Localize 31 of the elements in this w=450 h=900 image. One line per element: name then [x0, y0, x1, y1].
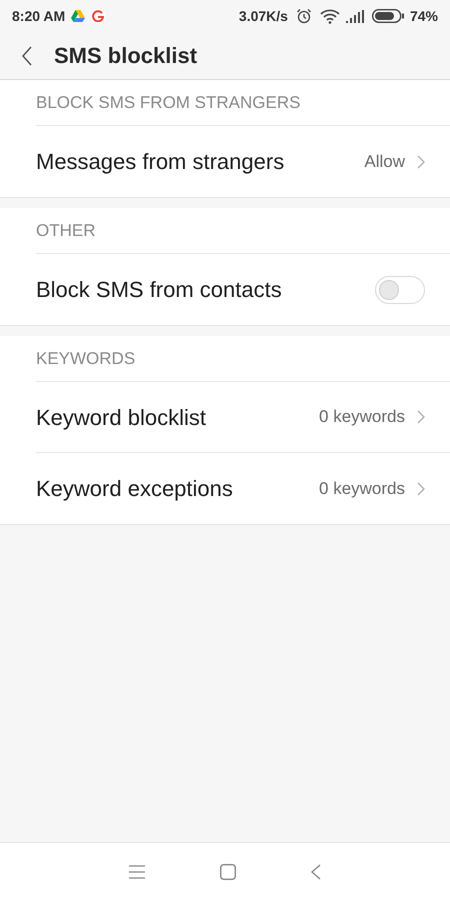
google-icon	[91, 9, 106, 23]
section-header: KEYWORDS	[36, 348, 136, 370]
chevron-right-icon	[417, 154, 425, 168]
wifi-icon	[320, 8, 340, 24]
signal-icon	[346, 10, 364, 22]
settings-row[interactable]: Keyword blocklist 0 keywords	[36, 382, 450, 453]
row-value: 0 keywords	[319, 478, 405, 500]
page-title: SMS blocklist	[54, 42, 198, 70]
section-header: BLOCK SMS FROM STRANGERS	[36, 92, 300, 114]
chevron-right-icon	[417, 482, 425, 496]
row-label: Keyword exceptions	[36, 475, 234, 503]
battery-percent: 74%	[410, 6, 438, 26]
menu-icon[interactable]	[129, 864, 145, 878]
battery-icon	[372, 9, 404, 23]
section-header: OTHER	[36, 220, 96, 242]
row-value: Allow	[364, 150, 405, 173]
network-speed: 3.07K/s	[238, 6, 288, 26]
home-icon[interactable]	[220, 864, 236, 880]
alarm-icon	[296, 8, 312, 24]
row-value: 0 keywords	[319, 406, 405, 428]
settings-row[interactable]: Messages from strangers Allow	[36, 126, 450, 197]
back-icon[interactable]	[311, 864, 321, 880]
row-label: Block SMS from contacts	[36, 276, 283, 304]
row-label: Messages from strangers	[36, 148, 286, 176]
chevron-right-icon	[417, 410, 425, 424]
drive-icon	[71, 10, 86, 22]
settings-row[interactable]: Block SMS from contacts	[36, 254, 450, 325]
status-time: 8:20 AM	[12, 6, 66, 26]
settings-row[interactable]: Keyword exceptions 0 keywords	[36, 453, 450, 524]
row-label: Keyword blocklist	[36, 404, 207, 432]
toggle-switch[interactable]	[375, 276, 425, 304]
